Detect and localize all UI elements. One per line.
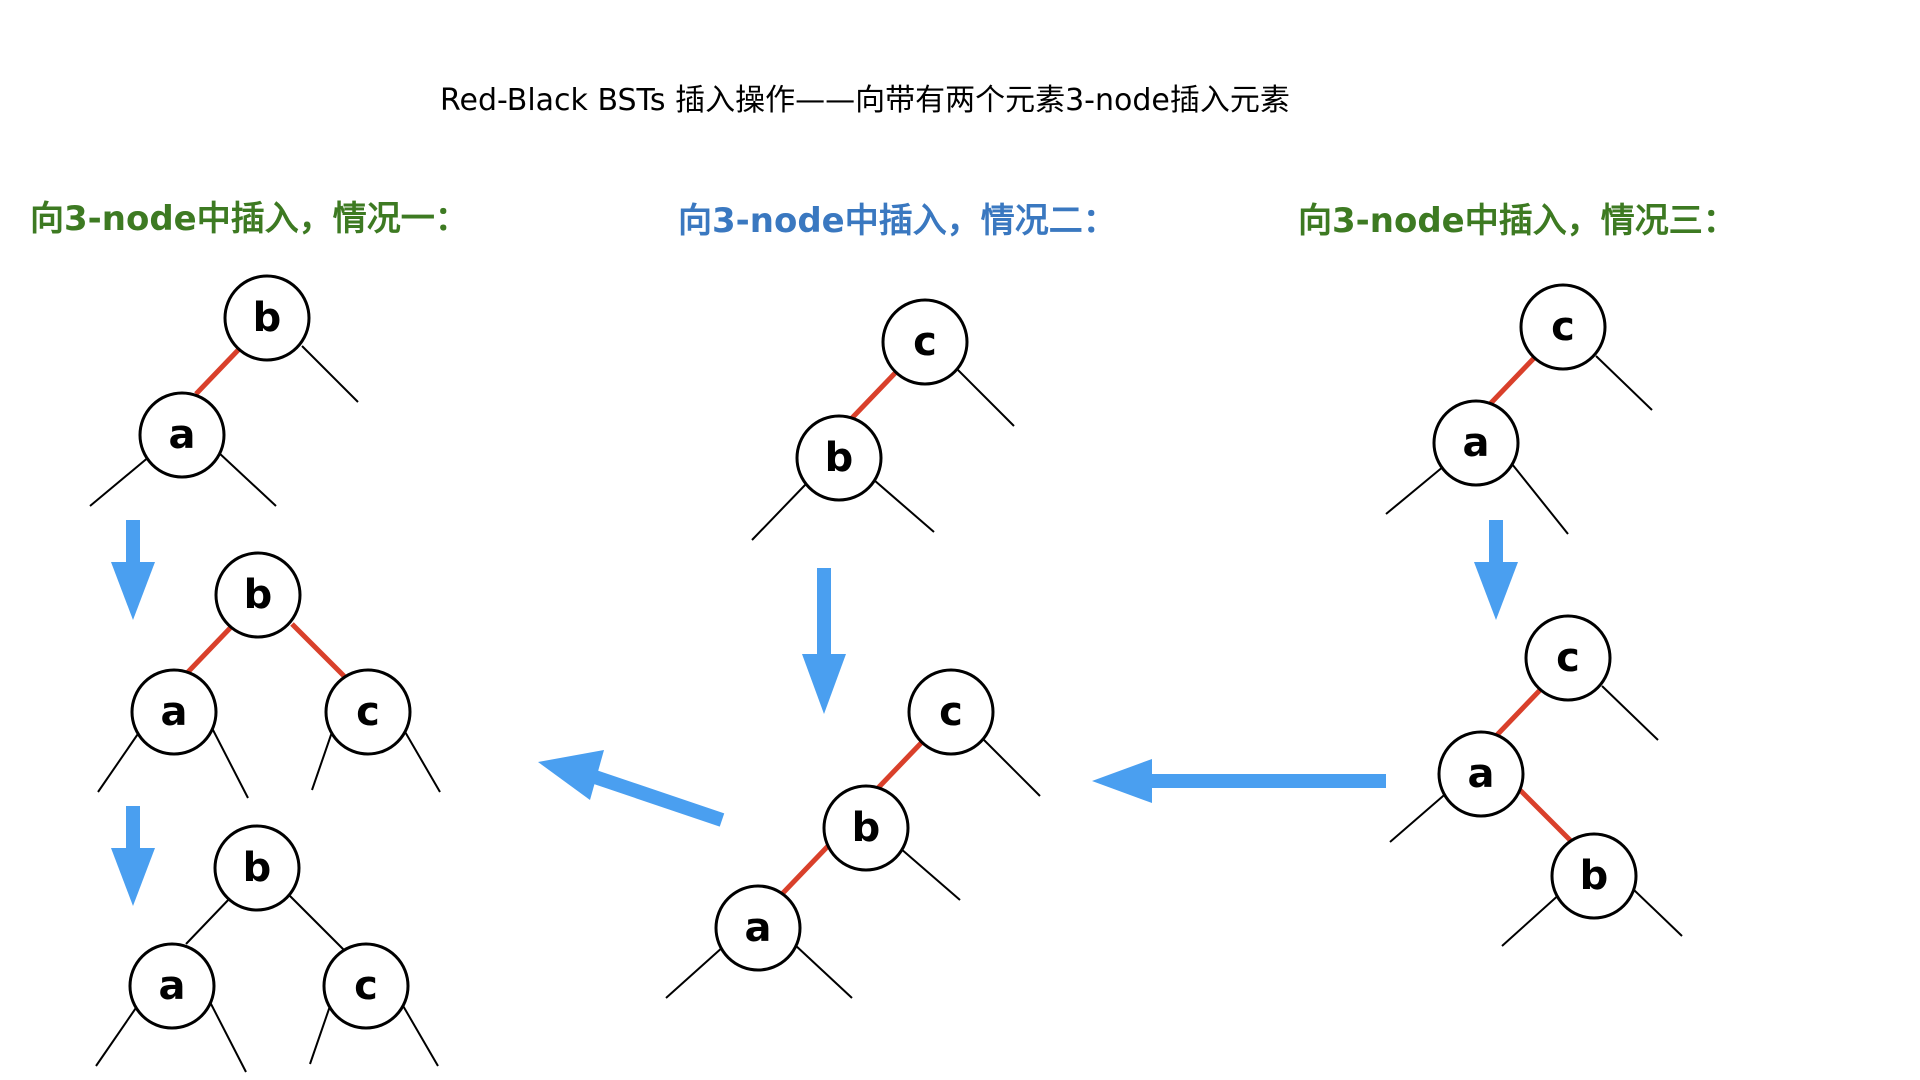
case3-step2-tree: c a b — [1389, 614, 1683, 947]
case-one-heading: 向3-node中插入，情况一： — [30, 199, 469, 239]
node-label: b — [243, 845, 272, 891]
null-link — [1501, 891, 1563, 947]
down-arrow-head — [1474, 562, 1518, 620]
node-label: c — [354, 963, 378, 1009]
case2-step2-tree: c b a — [665, 668, 1041, 999]
down-arrow-head — [802, 654, 846, 714]
red-link — [1518, 788, 1578, 848]
null-link — [95, 1001, 141, 1067]
transition-arrows — [111, 520, 1518, 906]
null-link — [899, 847, 961, 901]
null-link — [209, 1001, 247, 1073]
red-link — [850, 368, 900, 420]
diagonal-arrow-line — [589, 769, 725, 827]
node-label: c — [1556, 635, 1580, 681]
null-link — [1385, 465, 1445, 515]
null-link — [1633, 889, 1683, 937]
null-link — [217, 451, 277, 507]
node-label: a — [159, 963, 186, 1009]
node-label: c — [356, 689, 380, 735]
node-label: a — [1468, 751, 1495, 797]
null-link — [751, 483, 807, 541]
black-link — [289, 895, 347, 953]
diagonal-arrow-head — [538, 750, 604, 800]
red-link — [290, 622, 350, 682]
null-link — [1595, 355, 1653, 411]
red-link — [1488, 354, 1538, 406]
null-link — [1601, 685, 1659, 741]
null-link — [1511, 463, 1569, 535]
case-two-heading: 向3-node中插入，情况二： — [678, 201, 1117, 241]
diagram-canvas: Red-Black BSTs 插入操作——向带有两个元素3-node插入元素 向… — [30, 83, 1737, 1073]
node-label: b — [852, 805, 881, 851]
red-link — [780, 844, 830, 896]
node-label: b — [253, 295, 282, 341]
black-link — [185, 895, 233, 945]
null-link — [793, 943, 853, 999]
null-link — [311, 731, 333, 791]
null-link — [401, 1003, 439, 1067]
red-link — [194, 344, 244, 396]
null-link — [1389, 789, 1451, 843]
red-link — [186, 622, 236, 674]
left-arrow-head — [1092, 759, 1152, 803]
case3-step1-tree: c a — [1385, 283, 1653, 535]
null-link — [983, 739, 1041, 797]
node-label: b — [244, 572, 273, 618]
null-link — [665, 945, 725, 999]
case1-step1-tree: b a — [89, 274, 359, 507]
red-link — [1494, 686, 1544, 738]
node-label: a — [169, 412, 196, 458]
red-link — [876, 738, 926, 790]
node-label: b — [1580, 853, 1609, 899]
null-link — [873, 479, 935, 533]
null-link — [403, 729, 441, 793]
node-label: c — [1551, 304, 1575, 350]
node-label: b — [825, 435, 854, 481]
node-label: c — [913, 319, 937, 365]
null-link — [957, 369, 1015, 427]
null-link — [89, 455, 151, 507]
node-label: a — [745, 905, 772, 951]
null-link — [301, 345, 359, 403]
page-title: Red-Black BSTs 插入操作——向带有两个元素3-node插入元素 — [440, 83, 1290, 118]
node-label: a — [1463, 420, 1490, 466]
node-label: a — [161, 689, 188, 735]
down-arrow-head — [111, 562, 155, 620]
null-link — [97, 727, 143, 793]
node-label: c — [939, 689, 963, 735]
down-arrow-head — [111, 848, 155, 906]
null-link — [309, 1005, 331, 1065]
case-three-heading: 向3-node中插入，情况三： — [1298, 201, 1737, 241]
case2-step1-tree: c b — [751, 298, 1015, 541]
case1-step2-tree: b a c — [97, 551, 441, 799]
null-link — [211, 727, 249, 799]
